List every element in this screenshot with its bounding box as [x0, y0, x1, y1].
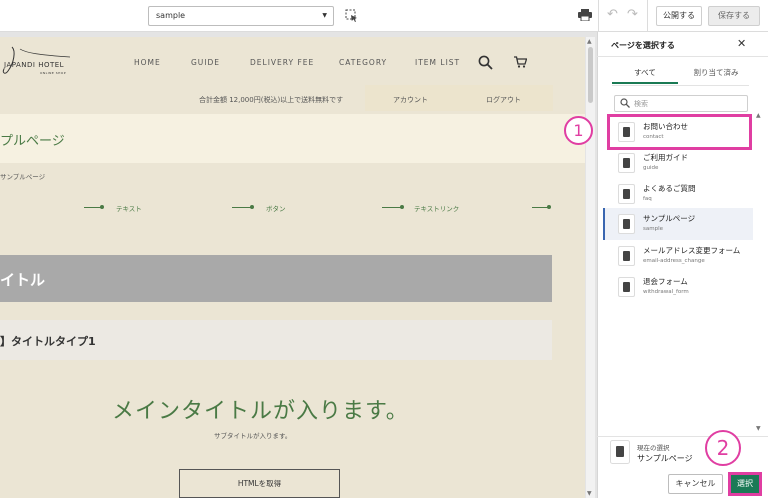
document-icon [618, 277, 635, 297]
canvas-scrollbar[interactable]: ▲ ▼ [586, 37, 595, 498]
page-item-guide[interactable]: ご利用ガイド guide [603, 147, 753, 179]
panel-scrollbar[interactable]: ▲ ▼ [755, 112, 764, 432]
document-icon [618, 246, 635, 266]
breadcrumb[interactable]: サンプルページ [0, 171, 45, 181]
scroll-up-icon[interactable]: ▲ [587, 38, 592, 45]
site-preview: JAPANDI HOTEL ONLINE SHOP HOME GUIDE DEL… [0, 37, 585, 498]
nav-item-list[interactable]: ITEM LIST [415, 58, 460, 67]
anchor-dot [400, 205, 404, 209]
divider [597, 56, 768, 57]
anchor-dot [100, 205, 104, 209]
scroll-down-icon[interactable]: ▼ [756, 425, 761, 432]
main-title: メインタイトルが入ります。 [112, 399, 409, 424]
redo-icon[interactable]: ↷ [627, 7, 638, 22]
anchor-line [232, 207, 252, 208]
annotation-callout-1: 1 [564, 116, 593, 145]
nav-home[interactable]: HOME [134, 58, 161, 67]
chevron-down-icon: ▼ [322, 12, 327, 19]
search-icon[interactable] [478, 55, 493, 70]
nav-guide[interactable]: GUIDE [191, 58, 220, 67]
logout-link[interactable]: ログアウト [486, 95, 521, 105]
scroll-down-icon[interactable]: ▼ [587, 490, 592, 497]
undo-icon[interactable]: ↶ [607, 7, 618, 22]
search-icon [620, 98, 630, 108]
element-select-icon[interactable] [345, 9, 358, 22]
title-band [0, 255, 552, 302]
current-selection-label: 現在の選択 [637, 444, 670, 452]
search-placeholder: 検索 [634, 100, 648, 108]
save-button[interactable]: 保存する [708, 6, 760, 26]
page-select-dropdown[interactable]: sample ▼ [148, 6, 334, 26]
site-logo[interactable]: JAPANDI HOTEL ONLINE SHOP [0, 45, 75, 77]
toolbar-divider [647, 0, 648, 32]
nav-category[interactable]: CATEGORY [339, 58, 387, 67]
publish-button[interactable]: 公開する [656, 6, 702, 26]
anchor-link-button[interactable]: ボタン [266, 203, 286, 213]
document-icon [618, 184, 635, 204]
anchor-line [532, 207, 548, 208]
page-title-band [0, 114, 585, 163]
get-html-button[interactable]: HTMLを取得 [179, 469, 340, 498]
logo-text: JAPANDI HOTEL [3, 61, 64, 69]
scroll-up-icon[interactable]: ▲ [756, 112, 761, 119]
page-item-name: サンプルページ [643, 214, 696, 223]
select-button[interactable]: 選択 [728, 472, 762, 496]
page-item-slug: withdrawal_form [643, 289, 689, 295]
document-icon [618, 153, 635, 173]
free-shipping-notice: 合計金額 12,000円(税込)以上で送料無料です [199, 96, 344, 104]
scrollbar-thumb[interactable] [588, 47, 593, 103]
top-toolbar [0, 0, 768, 32]
page-item-email-change[interactable]: メールアドレス変更フォーム email-address_change [603, 240, 753, 272]
selected-indicator [603, 208, 605, 240]
page-select-value: sample [156, 11, 186, 20]
divider [612, 85, 749, 86]
anchor-link-text[interactable]: テキスト [116, 203, 142, 213]
page-item-slug: email-address_change [643, 258, 705, 264]
current-selection-value: サンプルページ [637, 454, 693, 463]
page-item-name: メールアドレス変更フォーム [643, 246, 741, 255]
document-icon [618, 214, 635, 234]
page-item-sample[interactable]: サンプルページ sample [603, 208, 753, 240]
anchor-link-textlink[interactable]: テキストリンク [414, 203, 459, 213]
divider [597, 436, 768, 437]
tab-assigned[interactable]: 割り当て済み [683, 62, 749, 84]
page-item-name: 退会フォーム [643, 277, 688, 286]
page-item-slug: sample [643, 226, 663, 232]
page-title: プルページ [0, 134, 65, 149]
anchor-line [382, 207, 402, 208]
page-item-withdrawal[interactable]: 退会フォーム withdrawal_form [603, 271, 753, 303]
page-item-name: よくあるご質問 [643, 184, 696, 193]
close-icon[interactable]: ✕ [737, 37, 746, 50]
anchor-dot [547, 205, 551, 209]
panel-title: ページを選択する [611, 41, 675, 50]
printer-icon[interactable] [578, 9, 592, 21]
page-item-slug: faq [643, 196, 652, 202]
sub-title: サブタイトルが入ります。 [214, 432, 292, 440]
logo-subtext: ONLINE SHOP [40, 71, 66, 75]
anchor-dot [250, 205, 254, 209]
page-item-slug: guide [643, 165, 659, 171]
account-link[interactable]: アカウント [393, 95, 428, 105]
title-band-text: イトル [0, 271, 46, 289]
toolbar-divider [598, 0, 599, 32]
annotation-callout-2: 2 [705, 430, 741, 466]
nav-delivery-fee[interactable]: DELIVERY FEE [250, 58, 314, 67]
title-type-text: 】タイトルタイプ1 [0, 335, 96, 348]
document-icon [610, 440, 630, 464]
annotation-highlight-box [607, 114, 752, 150]
page-item-name: ご利用ガイド [643, 153, 688, 162]
cart-icon[interactable] [514, 56, 527, 68]
tab-all[interactable]: すべて [612, 62, 678, 84]
cancel-button[interactable]: キャンセル [668, 474, 723, 494]
page-item-faq[interactable]: よくあるご質問 faq [603, 178, 753, 210]
editor-window: { "toolbar": { "page_select_value": "sam… [0, 0, 768, 498]
